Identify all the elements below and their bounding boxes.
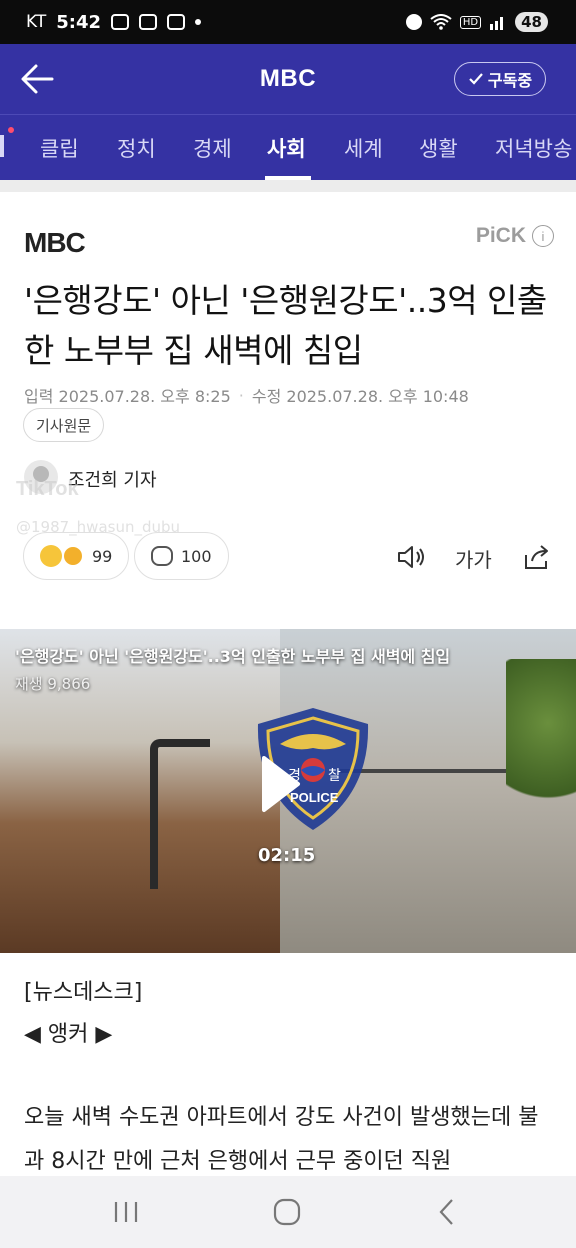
instagram-icon <box>139 14 157 30</box>
pick-label: PiCK <box>475 224 526 247</box>
clock: 5:42 <box>56 11 101 33</box>
original-article-button[interactable]: 기사원문 <box>23 408 105 442</box>
app-header: MBC 구독중 <box>0 44 576 114</box>
tab-society[interactable]: 사회 <box>267 133 306 163</box>
section-tag: [뉴스데스크] <box>24 980 143 1005</box>
video-views: 재생 9,866 <box>15 675 91 693</box>
video-player[interactable]: '은행강도' 아닌 '은행원강도'..3억 인출한 노부부 집 새벽에 침입 재… <box>0 629 576 953</box>
check-icon <box>469 73 483 85</box>
article-headline: '은행강도' 아닌 '은행원강도'..3억 인출한 노부부 집 새벽에 침입 <box>24 281 547 370</box>
tab-clip[interactable]: 클립 <box>40 133 79 163</box>
article-dates: 입력 2025.07.28. 오후 8:25 · 수정 2025.07.28. … <box>24 383 469 407</box>
tab-evening-broadcast[interactable]: 저녁방송 <box>495 133 572 163</box>
comment-icon <box>151 546 173 566</box>
tiktok-watermark: TikTok <box>16 478 79 500</box>
date-separator: · <box>238 385 244 405</box>
wifi-icon <box>430 14 452 30</box>
play-icon[interactable] <box>258 754 302 814</box>
tab-economy[interactable]: 경제 <box>193 133 232 163</box>
back-arrow-icon[interactable] <box>18 60 58 98</box>
reaction-count: 99 <box>92 546 113 566</box>
reaction-button[interactable]: 99 <box>23 532 130 580</box>
new-dot-icon <box>8 127 14 133</box>
notification-dot-icon <box>195 19 201 25</box>
video-chair <box>150 739 210 889</box>
hd-icon: HD <box>459 15 482 29</box>
video-duration: 02:15 <box>258 845 316 866</box>
info-icon: i <box>532 225 554 247</box>
article-body: 오늘 새벽 수도권 아파트에서 강도 사건이 발생했는데 불과 8시간 만에 근… <box>24 1105 539 1174</box>
comment-button[interactable]: 100 <box>134 532 229 580</box>
font-size-button[interactable]: 가가 <box>455 544 492 573</box>
thumbs-up-emoji-icon <box>40 545 62 567</box>
signal-icon <box>490 17 504 30</box>
carrier-label: KT <box>26 12 47 32</box>
subscribe-label: 구독중 <box>487 71 533 90</box>
share-icon[interactable] <box>522 543 552 571</box>
dnd-icon <box>405 14 422 30</box>
battery-indicator: 48 <box>515 12 548 32</box>
anchor-label: ◀ 앵커 ▶ <box>24 1022 113 1047</box>
page-title: MBC <box>259 65 317 92</box>
video-tree <box>506 659 576 819</box>
pick-badge[interactable]: PiCK i <box>476 224 554 248</box>
scan-icon <box>167 14 185 30</box>
surprised-emoji-icon <box>62 545 84 567</box>
speaker-icon[interactable] <box>396 543 426 571</box>
home-icon[interactable] <box>267 1196 307 1228</box>
category-tabs: 클립 정치 경제 사회 세계 생활 저녁방송 <box>0 114 576 180</box>
recent-apps-icon[interactable] <box>106 1196 146 1228</box>
divider <box>0 180 576 192</box>
video-title: '은행강도' 아닌 '은행원강도'..3억 인출한 노부부 집 새벽에 침입 <box>15 647 451 666</box>
comment-count: 100 <box>181 546 212 566</box>
press-logo[interactable]: MBC <box>24 227 86 259</box>
tab-overflow-edge <box>0 135 4 157</box>
subscribe-button[interactable]: 구독중 <box>454 62 546 96</box>
screenshot-icon <box>111 14 129 30</box>
modified-date: 수정 2025.07.28. 오후 10:48 <box>251 387 469 406</box>
tab-life[interactable]: 생활 <box>419 133 458 163</box>
emblem-right-char: 찰 <box>328 768 341 784</box>
published-date: 입력 2025.07.28. 오후 8:25 <box>24 387 231 406</box>
tab-politics[interactable]: 정치 <box>117 133 156 163</box>
tab-world[interactable]: 세계 <box>344 133 383 163</box>
reporter-name[interactable]: 조건희 기자 <box>68 466 157 492</box>
system-nav-bar <box>0 1176 576 1248</box>
status-bar: KT 5:42 HD 48 <box>0 0 576 44</box>
nav-back-icon[interactable] <box>428 1196 468 1228</box>
